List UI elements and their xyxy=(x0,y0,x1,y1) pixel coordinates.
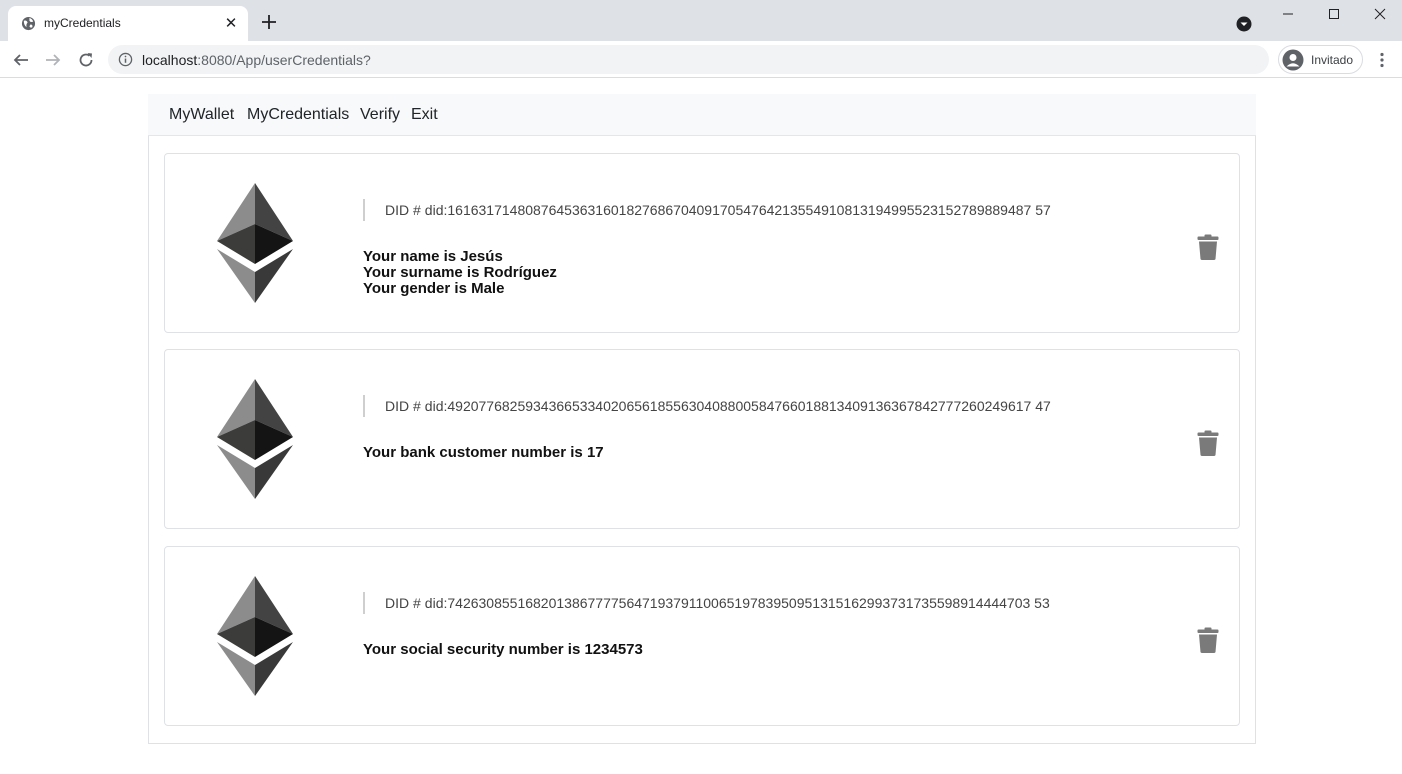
reload-icon xyxy=(79,53,93,67)
window-maximize-button[interactable] xyxy=(1311,3,1357,25)
nav-link-exit[interactable]: Exit xyxy=(411,106,438,124)
did-line: DID # did:4920776825934366533402065618556… xyxy=(363,395,1051,417)
trash-icon[interactable] xyxy=(1197,627,1219,653)
window-close-button[interactable] xyxy=(1357,3,1402,25)
minimize-icon xyxy=(1283,13,1293,15)
did-prefix: DID # xyxy=(385,202,421,218)
tab-title: myCredentials xyxy=(44,16,121,30)
did-line: DID # did:7426308551682013867777564719379… xyxy=(363,592,1050,614)
profile-label: Invitado xyxy=(1311,53,1354,67)
maximize-icon xyxy=(1329,9,1339,19)
attribute-name: Your name is Jesús xyxy=(363,248,503,265)
window-minimize-button[interactable] xyxy=(1265,3,1311,25)
app-navbar: MyWallet MyCredentials Verify Exit xyxy=(148,94,1256,136)
nav-link-verify[interactable]: Verify xyxy=(360,106,400,124)
tab-close-icon[interactable]: ✕ xyxy=(222,14,240,32)
info-icon[interactable] xyxy=(118,52,133,67)
kebab-menu-icon xyxy=(1380,52,1384,68)
did-line: DID # did:1616317148087645363160182768670… xyxy=(363,199,1051,221)
credential-card: DID # did:4920776825934366533402065618556… xyxy=(164,349,1240,529)
ethereum-icon xyxy=(217,576,293,696)
url-text: localhost:8080/App/userCredentials? xyxy=(142,52,371,68)
ethereum-icon xyxy=(217,183,293,303)
did-prefix: DID # xyxy=(385,398,421,414)
url-host: localhost xyxy=(142,52,198,68)
back-arrow-icon xyxy=(13,54,28,66)
browser-toolbar: localhost:8080/App/userCredentials? Invi… xyxy=(0,41,1402,78)
attribute-surname: Your surname is Rodríguez xyxy=(363,264,557,281)
browser-tabstrip: myCredentials ✕ xyxy=(0,0,1402,41)
forward-arrow-icon xyxy=(46,54,61,66)
ethereum-icon xyxy=(217,379,293,499)
attribute-social-security-number: Your social security number is 1234573 xyxy=(363,641,643,658)
did-value: did:742630855168201386777756471937911006… xyxy=(424,595,1050,611)
browser-menu-button[interactable] xyxy=(1372,49,1392,71)
credential-attributes: Your name is Jesús Your surname is Rodrí… xyxy=(363,249,557,297)
credential-card: DID # did:1616317148087645363160182768670… xyxy=(164,153,1240,333)
nav-link-mywallet[interactable]: MyWallet xyxy=(169,106,234,124)
credential-attributes: Your bank customer number is 17 xyxy=(363,445,604,461)
did-prefix: DID # xyxy=(385,595,421,611)
attribute-bank-customer-number: Your bank customer number is 17 xyxy=(363,444,604,461)
search-tabs-icon[interactable] xyxy=(1236,16,1252,32)
back-button[interactable] xyxy=(10,49,32,71)
trash-icon[interactable] xyxy=(1197,234,1219,260)
attribute-gender: Your gender is Male xyxy=(363,280,505,297)
did-value: did:492077682593436653340206561855630408… xyxy=(424,398,1051,414)
globe-icon xyxy=(21,16,36,31)
forward-button[interactable] xyxy=(42,49,64,71)
profile-button[interactable]: Invitado xyxy=(1278,45,1363,74)
address-bar[interactable]: localhost:8080/App/userCredentials? xyxy=(108,45,1269,74)
browser-tab[interactable]: myCredentials ✕ xyxy=(8,6,248,41)
plus-icon[interactable] xyxy=(260,13,278,31)
url-path: :8080/App/userCredentials? xyxy=(197,52,371,68)
did-value: did:161631714808764536316018276867040917… xyxy=(424,202,1051,218)
credential-card: DID # did:7426308551682013867777564719379… xyxy=(164,546,1240,726)
nav-link-mycredentials[interactable]: MyCredentials xyxy=(247,106,349,124)
reload-button[interactable] xyxy=(75,49,97,71)
avatar-icon xyxy=(1282,49,1304,71)
window-close-icon xyxy=(1374,8,1386,20)
trash-icon[interactable] xyxy=(1197,430,1219,456)
credential-attributes: Your social security number is 1234573 xyxy=(363,642,643,658)
